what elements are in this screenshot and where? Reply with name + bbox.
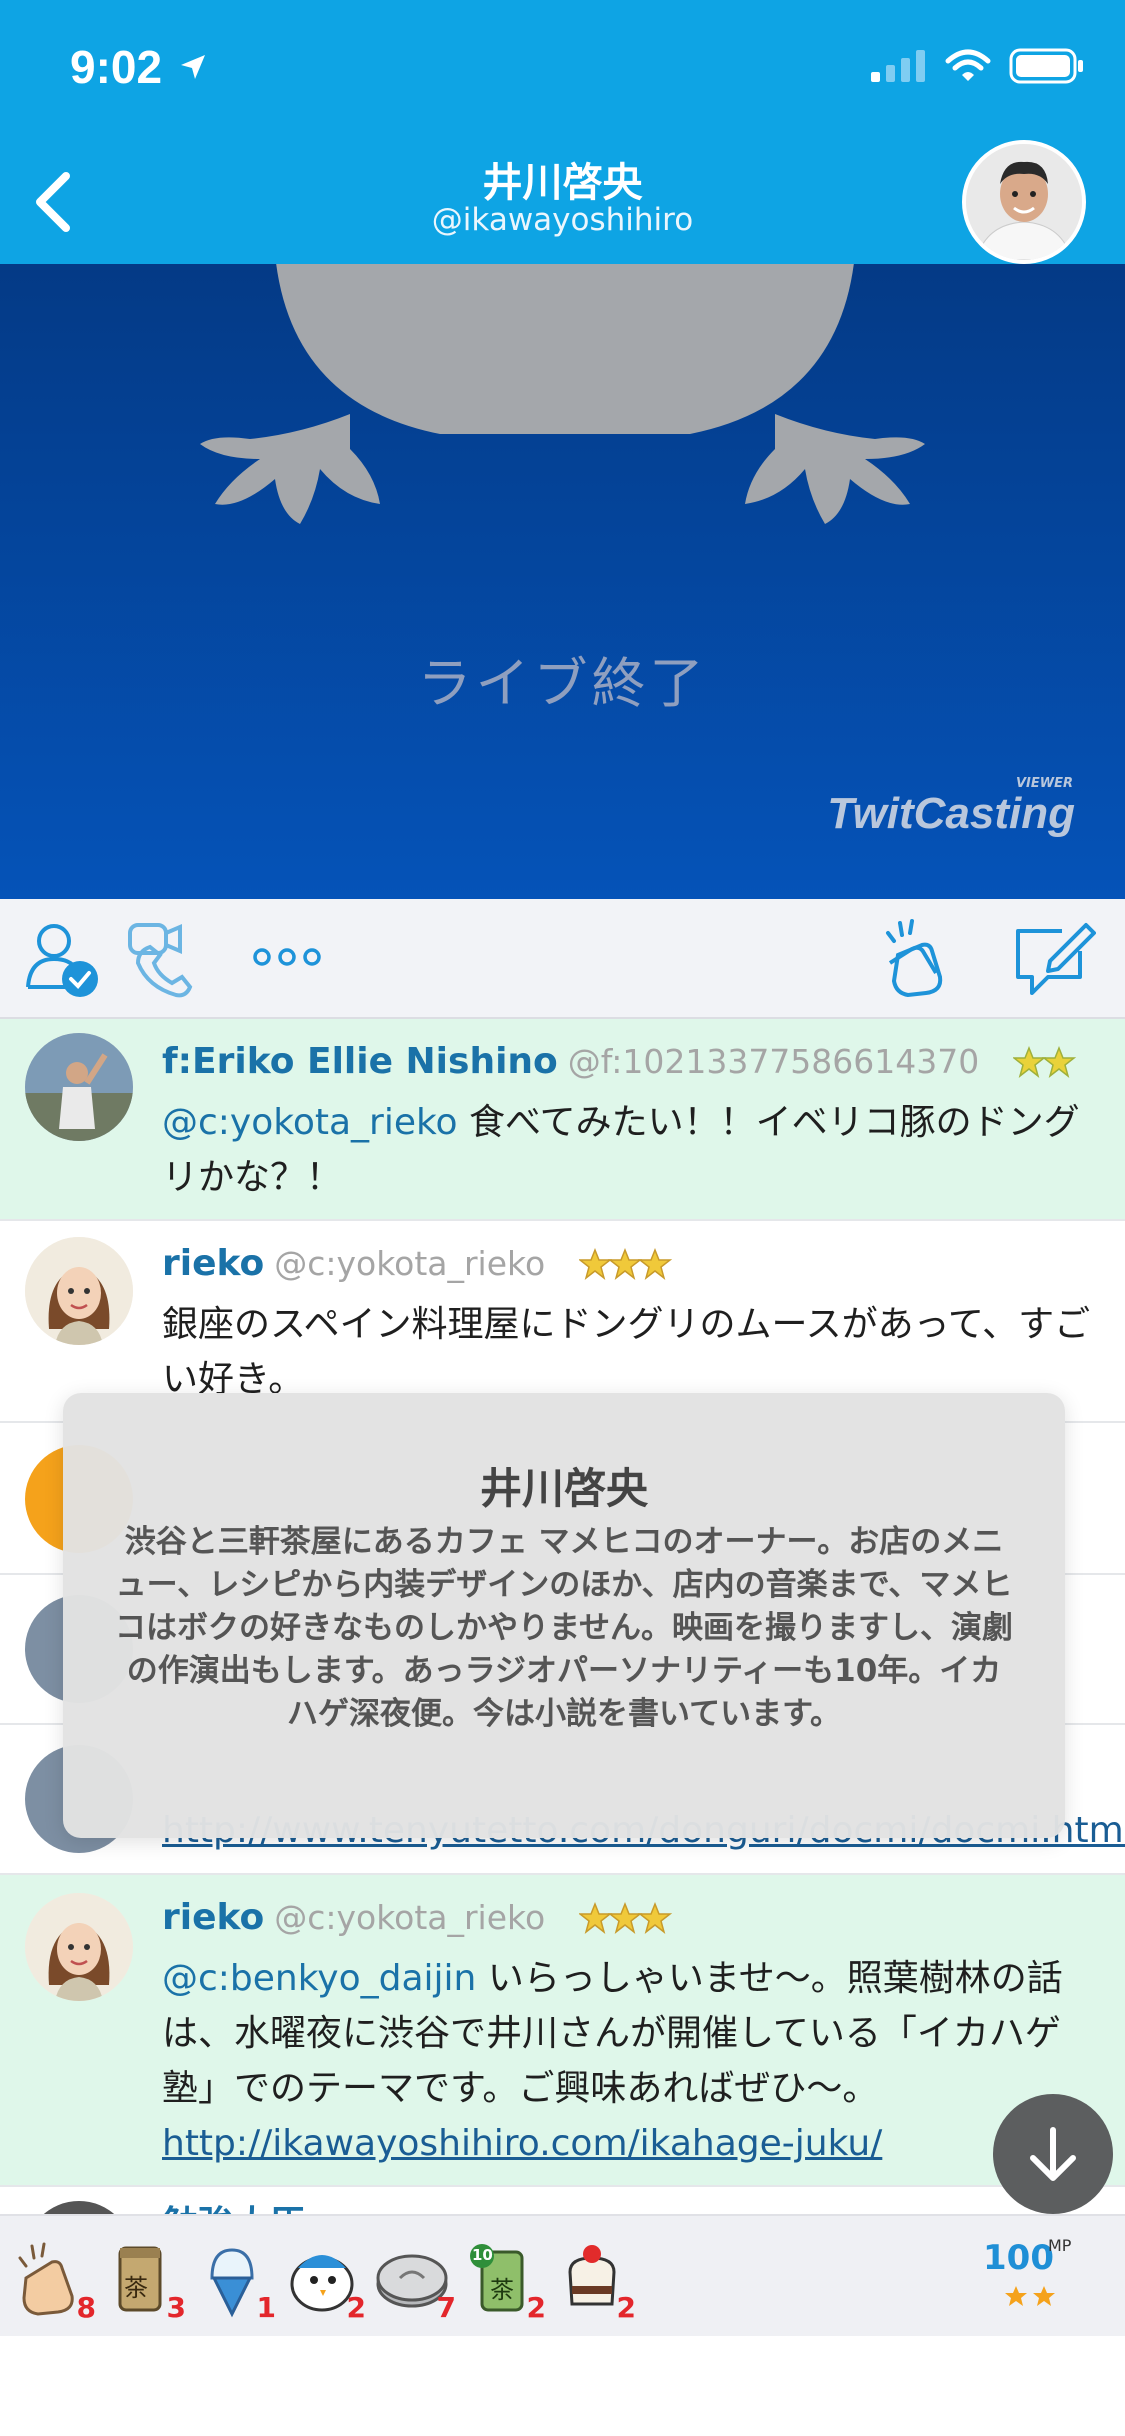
gift-tea[interactable]: 茶 3 bbox=[102, 2238, 186, 2324]
comment-mention-link[interactable]: @c:benkyo_daijin bbox=[162, 1958, 476, 1999]
gift-badge: 10 bbox=[472, 2246, 493, 2264]
broadcaster-avatar[interactable] bbox=[962, 140, 1086, 264]
compose-icon[interactable] bbox=[1010, 917, 1096, 999]
gift-count: 8 bbox=[76, 2291, 96, 2324]
stars-2-icon bbox=[1012, 1046, 1076, 1078]
broadcaster-name: 井川啓央 bbox=[482, 160, 643, 206]
live-ended-text: ライブ終了 bbox=[417, 652, 708, 715]
arrow-down-icon bbox=[1030, 2127, 1076, 2181]
mp-unit: MP bbox=[1048, 2236, 1072, 2255]
scroll-to-bottom-button[interactable] bbox=[993, 2094, 1113, 2214]
clap-icon[interactable] bbox=[878, 915, 962, 999]
gift-count: 3 bbox=[166, 2291, 186, 2324]
comment-row[interactable]: rieko @c:yokota_rieko @c:benkyo_daijin いら… bbox=[0, 1875, 1125, 2187]
gift-cake[interactable]: 2 bbox=[552, 2238, 636, 2324]
commenter-avatar[interactable] bbox=[25, 1893, 133, 2001]
cellular-signal-icon bbox=[871, 50, 925, 82]
live-video-area[interactable]: ライブ終了 VIEWER TwitCasting bbox=[0, 264, 1125, 899]
comment-link[interactable]: http://ikawayoshihiro.com/ikahage-juku/ bbox=[162, 2123, 882, 2164]
gift-clap[interactable]: 8 bbox=[12, 2238, 96, 2324]
broadcaster-handle: @ikawayoshihiro bbox=[431, 202, 694, 238]
gift-count: 1 bbox=[256, 2291, 276, 2324]
action-toolbar bbox=[0, 899, 1125, 1019]
commenter-handle: @c:yokota_rieko bbox=[274, 1244, 546, 1283]
gift-coin[interactable]: 7 bbox=[372, 2238, 456, 2324]
gift-bird[interactable]: 2 bbox=[282, 2238, 366, 2324]
battery-icon bbox=[1009, 48, 1083, 84]
comment-row[interactable]: 勉強大臣 bbox=[0, 2187, 1125, 2216]
gift-ice-cream[interactable]: 1 bbox=[192, 2238, 276, 2324]
gift-label: 茶 bbox=[490, 2276, 514, 2304]
commenter-avatar[interactable] bbox=[25, 1237, 133, 1345]
commenter-name[interactable]: rieko bbox=[162, 1243, 264, 1284]
more-icon[interactable] bbox=[252, 945, 322, 969]
follow-check-icon[interactable] bbox=[22, 917, 102, 999]
commenter-name[interactable]: f:Eriko Ellie Nishino bbox=[162, 1041, 558, 1082]
gift-tea-10[interactable]: 10 茶 2 bbox=[462, 2238, 546, 2324]
gift-count: 2 bbox=[526, 2291, 546, 2324]
commenter-handle: @c:yokota_rieko bbox=[274, 1898, 546, 1937]
video-call-icon[interactable] bbox=[124, 917, 208, 999]
gift-count: 7 bbox=[436, 2291, 456, 2324]
location-arrow-icon bbox=[181, 55, 205, 79]
twitcasting-logo: TwitCasting bbox=[827, 789, 1075, 838]
comment-mention-link[interactable]: @c:yokota_rieko bbox=[162, 1102, 458, 1143]
status-time: 9:02 bbox=[70, 41, 163, 93]
gift-label: 茶 bbox=[124, 2274, 148, 2302]
profile-popup[interactable]: 井川啓央 渋谷と三軒茶屋にあるカフェ マメヒコのオーナー。お店のメニュー、レシピ… bbox=[63, 1393, 1065, 1838]
gift-count: 2 bbox=[346, 2291, 366, 2324]
comment-row[interactable]: f:Eriko Ellie Nishino @f:1021337758661437… bbox=[0, 1019, 1125, 1221]
popup-name: 井川啓央 bbox=[479, 1464, 648, 1513]
level-stars-icon bbox=[1005, 2286, 1055, 2306]
wifi-icon bbox=[945, 49, 991, 81]
comment-text: 銀座のスペイン料理屋にドングリのムースがあって、すごい好き。 bbox=[162, 1304, 1091, 1400]
commenter-name[interactable]: rieko bbox=[162, 1897, 264, 1938]
status-bar: 9:02 bbox=[0, 0, 1125, 140]
popup-bio: 渋谷と三軒茶屋にあるカフェ マメヒコのオーナー。お店のメニュー、レシピから内装デ… bbox=[114, 1524, 1014, 1732]
header: 井川啓央 @ikawayoshihiro bbox=[0, 140, 1125, 264]
mp-value: 100 bbox=[983, 2238, 1054, 2278]
commenter-handle: @f:10213377586614370 bbox=[567, 1042, 980, 1081]
commenter-avatar[interactable] bbox=[25, 1033, 133, 1141]
stars-3-icon bbox=[578, 1248, 672, 1280]
gift-bar: 8 茶 3 1 2 7 10 茶 2 2 100 MP bbox=[0, 2214, 1125, 2336]
stars-3-icon bbox=[578, 1902, 672, 1934]
gift-count: 2 bbox=[616, 2291, 636, 2324]
